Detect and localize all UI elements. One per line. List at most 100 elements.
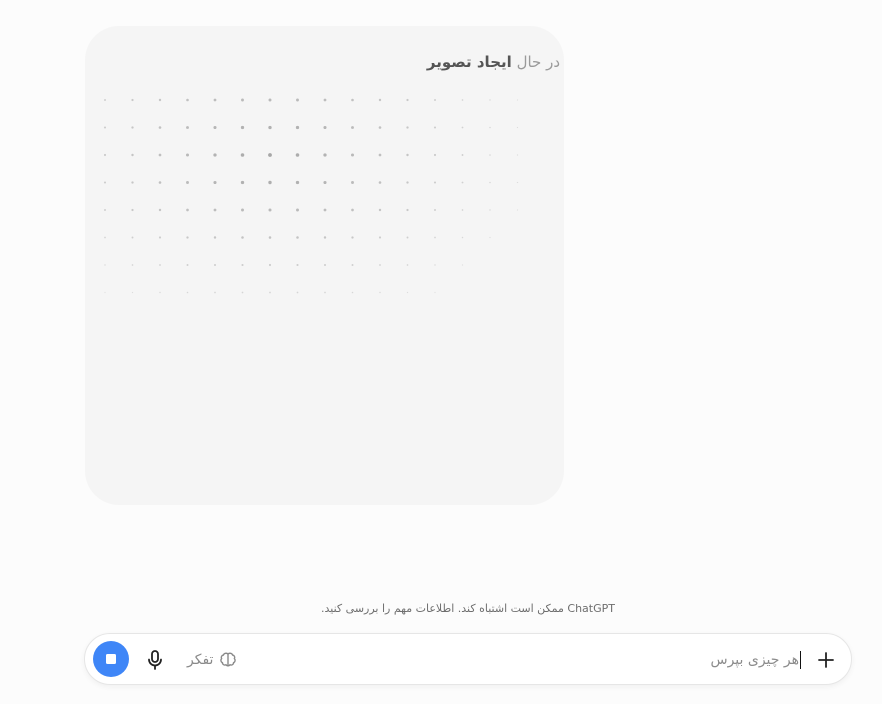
loading-dot [434,99,436,101]
loading-dot [323,153,327,157]
loading-dot [159,264,161,266]
loading-dot [324,291,326,294]
loading-dot [351,208,354,212]
loading-dot [378,153,382,157]
loading-dot [406,153,409,157]
loading-dot [296,208,299,212]
loading-dot [241,263,244,267]
loading-dot [186,264,189,266]
loading-dot [323,236,327,239]
loading-dot [104,99,106,101]
loading-dot [295,125,300,130]
composer-bar: تفکر [84,633,852,685]
loading-dot [461,126,464,129]
loading-dot [240,153,245,157]
loading-dot [351,126,354,129]
loading-dot [186,236,189,239]
loading-dot [406,236,409,239]
loading-dot [516,209,519,211]
loading-dot [186,126,189,129]
loading-dot [131,126,134,129]
loading-dot [268,263,272,267]
generation-status-main: ایجاد تصویر [426,53,512,71]
loading-dot [213,180,217,185]
loading-dot [461,154,464,156]
loading-dot [489,126,491,129]
loading-dot [406,208,409,212]
loading-dot [489,236,491,239]
stop-generating-button[interactable] [93,641,129,677]
add-attachment-button[interactable] [812,646,840,674]
loading-dot [516,126,519,129]
loading-dot [461,181,464,184]
loading-dot [296,291,299,294]
loading-dot [351,236,354,239]
loading-dot [351,98,354,102]
loading-dot [158,153,162,157]
loading-dot [434,291,436,294]
loading-dot [213,236,217,239]
loading-dot [351,153,354,157]
loading-dot [295,180,300,185]
loading-dot [158,208,162,212]
loading-dot [378,98,382,102]
loading-dot [461,264,464,266]
loading-dot [131,153,134,157]
loading-dot [268,180,272,185]
loading-dot [213,98,217,102]
loading-dot [103,153,107,157]
loading-dot [406,291,409,294]
loading-dot [489,154,491,156]
loading-dot [268,98,272,102]
loading-dot [351,291,354,294]
text-caret [800,651,801,669]
prompt-input[interactable] [385,646,803,674]
loading-dot [378,126,382,129]
loading-dot [295,153,300,157]
loading-dot [378,208,382,212]
loading-dot [213,208,217,212]
generation-status-prefix: در حال [516,53,560,71]
loading-dot [186,98,189,102]
loading-dot [433,153,437,157]
loading-dot [268,236,272,239]
loading-dot [296,236,299,239]
loading-dot [131,98,134,102]
loading-dot [240,125,245,130]
loading-dot [104,209,106,211]
microphone-icon [148,650,162,670]
loading-dot [158,126,162,129]
loading-dot [131,181,134,184]
disclaimer-text: ChatGPT ممکن است اشتباه کند. اطلاعات مهم… [321,602,615,615]
loading-dot [351,264,354,266]
loading-dot [186,291,189,294]
voice-input-button[interactable] [141,646,169,674]
loading-dot [158,236,162,239]
loading-dot [406,181,409,184]
loading-dot [213,153,217,157]
loading-dot [406,264,409,266]
loading-dot [323,125,327,130]
loading-dot [159,291,161,294]
loading-dot [323,98,327,102]
think-toggle-button[interactable]: تفکر [187,646,237,674]
loading-dot [240,180,245,185]
loading-dot [461,236,464,239]
loading-dot [186,153,189,157]
loading-dot [103,181,107,184]
loading-dot [406,98,409,102]
loading-dot [214,291,216,294]
loading-dot [489,209,491,211]
loading-dot [296,263,299,267]
loading-dot [241,291,244,294]
loading-dot [516,154,519,156]
loading-dot [131,208,134,212]
loading-dot [296,98,299,102]
loading-dot [489,99,491,101]
loading-dot [268,125,272,130]
brain-icon [220,652,237,667]
generation-status-title: در حال ایجاد تصویر [427,52,560,72]
loading-dot [269,291,271,294]
loading-dot [131,291,134,294]
think-label: تفکر [187,652,214,668]
